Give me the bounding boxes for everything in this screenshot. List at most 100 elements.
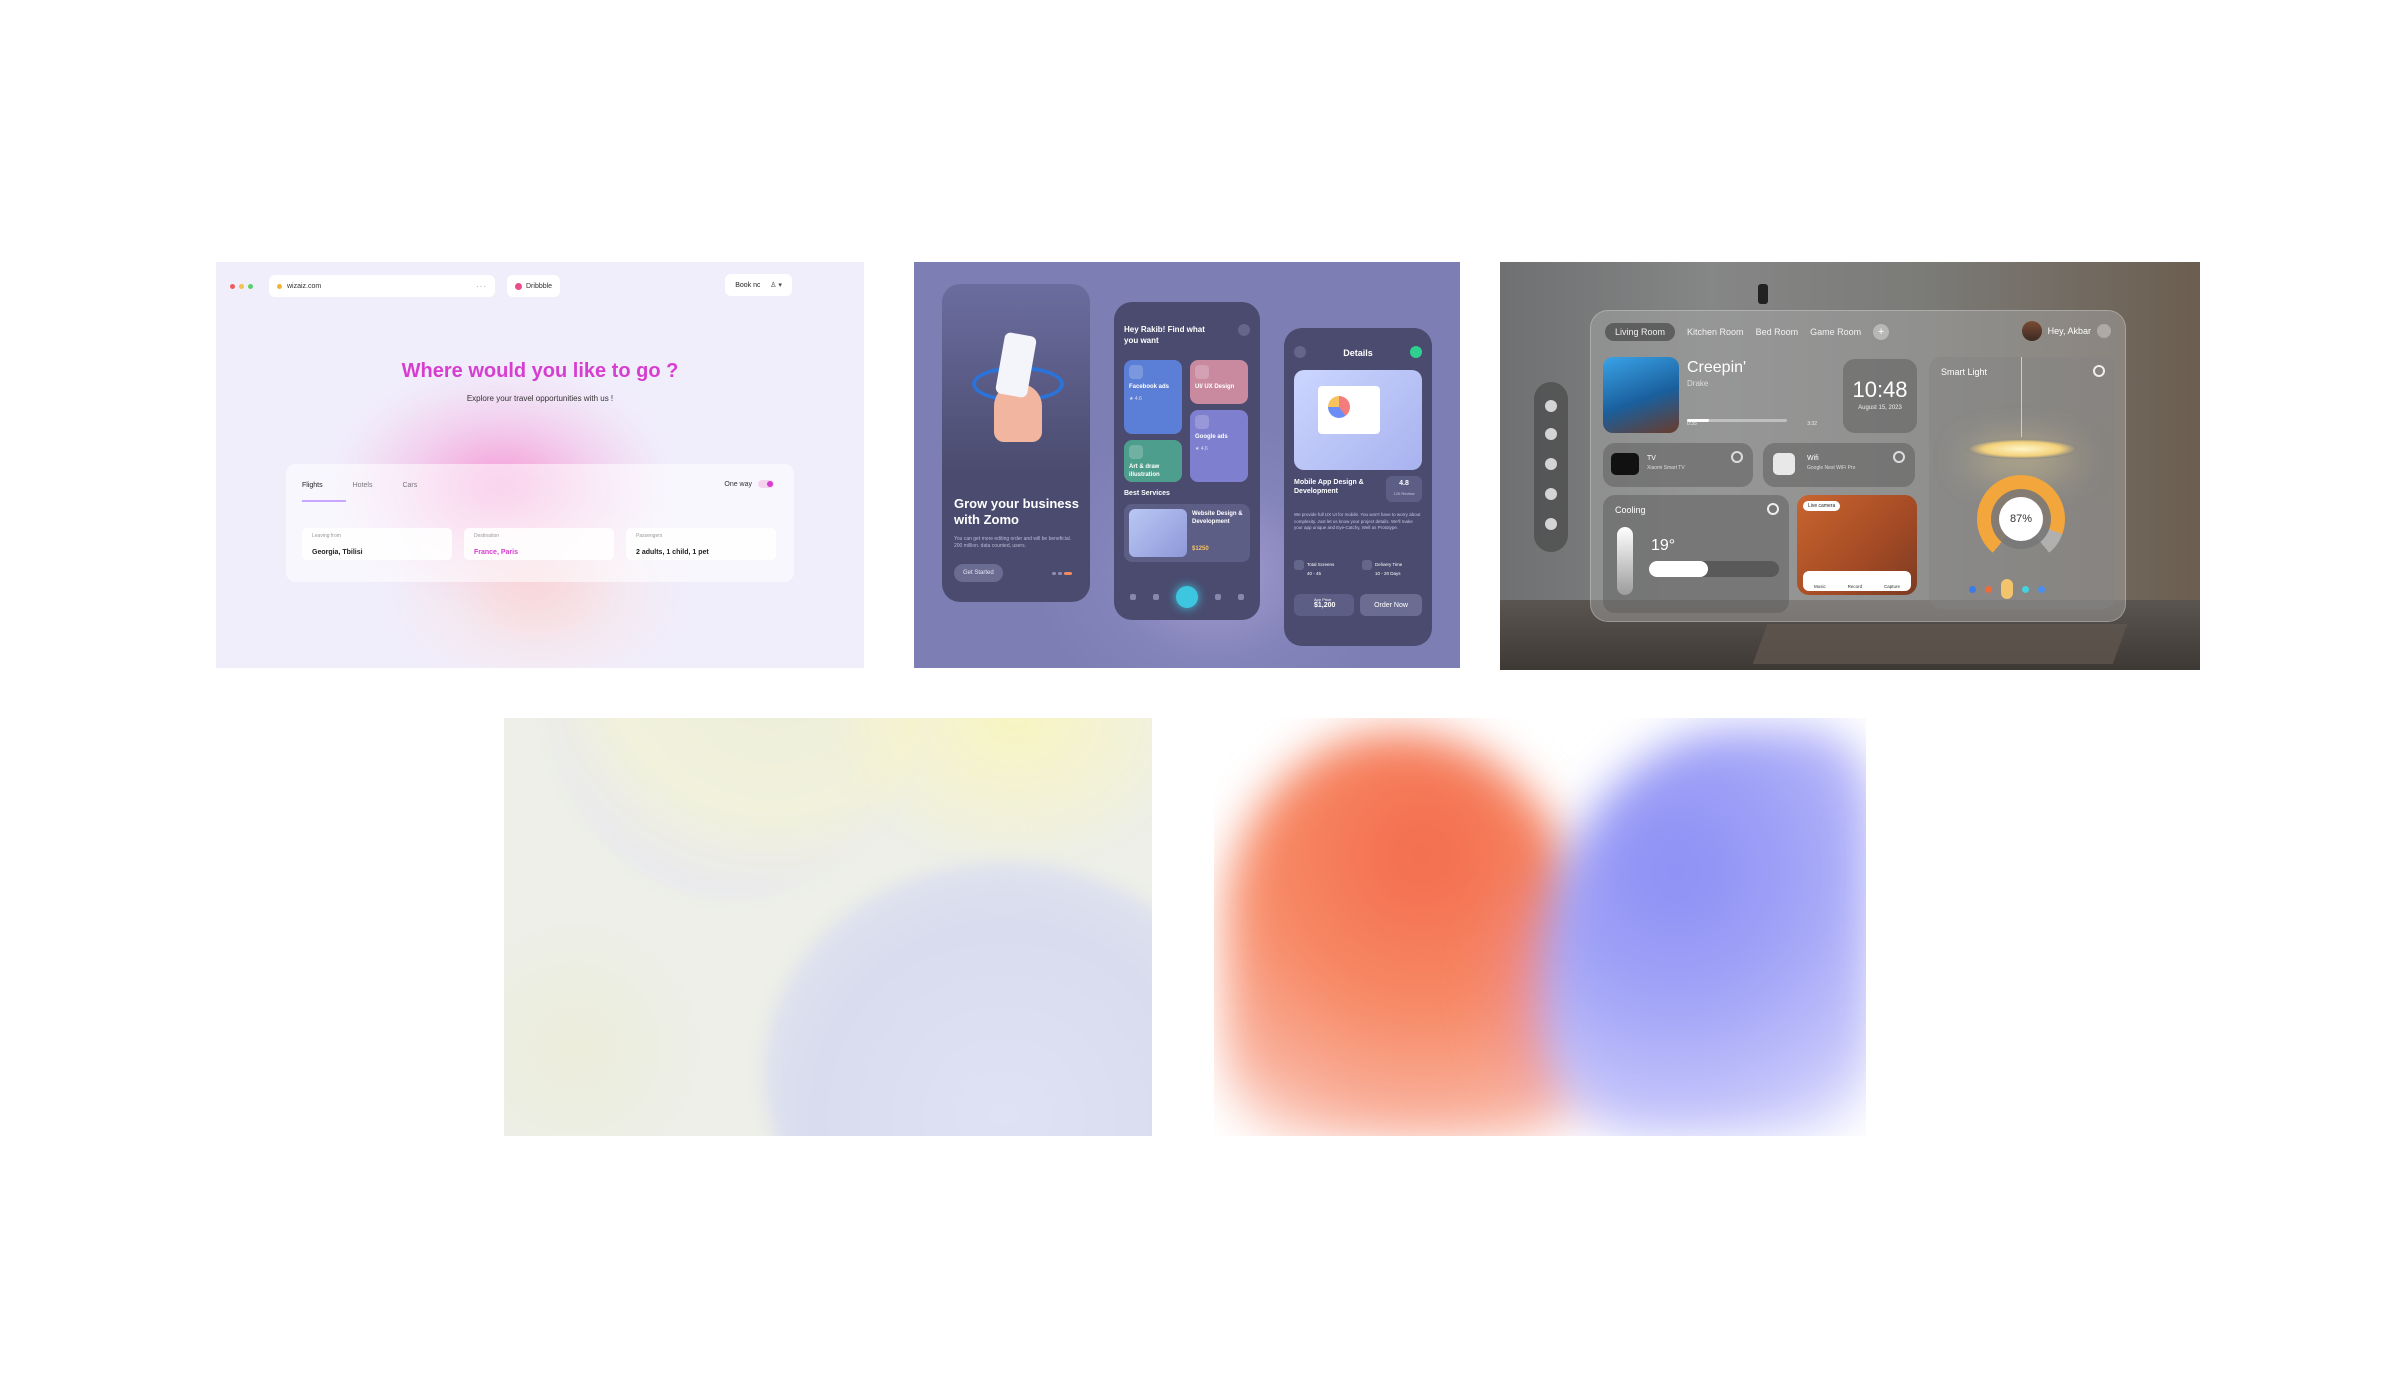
gradient-circle-left (504, 918, 704, 1136)
favorite-icon[interactable] (1410, 346, 1422, 358)
maximize-dot[interactable] (248, 283, 253, 289)
one-way-toggle[interactable] (758, 480, 774, 488)
user-menu-icon[interactable]: ♙ ▾ (760, 274, 792, 296)
tab-hotels[interactable]: Hotels (353, 482, 373, 489)
album-art (1603, 357, 1679, 433)
address-bar[interactable]: wizaiz.com ··· (269, 275, 495, 297)
meta-value: 10 - 20 Days (1375, 571, 1401, 576)
user-greeting[interactable]: Hey, Akbar (2021, 321, 2111, 341)
pendant-lamp (1967, 439, 2077, 459)
service-name: UI/ UX Design (1195, 384, 1235, 390)
music-button[interactable]: Music (1814, 584, 1826, 589)
passengers-field[interactable]: Passengers 2 adults, 1 child, 1 pet (626, 528, 776, 560)
color-swatch[interactable] (2001, 579, 2013, 599)
tab-kitchen-room[interactable]: Kitchen Room (1687, 327, 1744, 337)
profile-icon[interactable] (1545, 518, 1557, 530)
tv-device[interactable]: TV Xiaomi Smart TV (1603, 443, 1753, 487)
minimize-dot[interactable] (239, 283, 244, 289)
power-icon[interactable] (2093, 365, 2105, 377)
cooling-label: Cooling (1615, 505, 1646, 515)
rating-badge: 4.8 120 Review (1386, 476, 1422, 502)
song-title: Creepin' (1687, 359, 1747, 376)
meta-value: 40 - 45 (1307, 571, 1322, 576)
power-icon[interactable] (1767, 503, 1779, 515)
order-now-button[interactable]: Order Now (1360, 594, 1422, 616)
search-icon[interactable] (1238, 324, 1250, 336)
pastel-gradient-image (504, 718, 1152, 1136)
tab-living-room[interactable]: Living Room (1605, 323, 1676, 341)
camera-widget[interactable]: Live camera Music Record Capture (1797, 495, 1917, 595)
tab-game-room[interactable]: Game Room (1810, 327, 1861, 337)
service-card[interactable]: Facebook ads ★ 4.6 (1124, 360, 1182, 434)
clock-widget: 10:48 August 15, 2023 (1843, 359, 1917, 433)
live-camera-badge: Live camera (1803, 501, 1841, 511)
page-subline: Explore your travel opportunities with u… (466, 394, 614, 403)
service-card[interactable]: Google ads ★ 4.6 (1190, 410, 1248, 482)
wifi-device[interactable]: Wifi Google Nest WiFi Pro (1763, 443, 1915, 487)
device-model: Xiaomi Smart TV (1647, 465, 1685, 471)
settings-icon[interactable] (1545, 488, 1557, 500)
home-icon[interactable] (1545, 400, 1557, 412)
add-room-button[interactable]: + (1873, 324, 1890, 340)
tab-bed-room[interactable]: Bed Room (1756, 327, 1799, 337)
dribbble-tab[interactable]: Dribbble (507, 275, 561, 297)
get-started-button[interactable]: Get Started (954, 564, 1003, 582)
device-model: Google Nest WiFi Pro (1807, 465, 1856, 471)
clock-date: August 15, 2023 (1858, 405, 1902, 411)
track-times: 0:35 3:32 (1687, 421, 1817, 427)
dribbble-icon (515, 282, 522, 290)
fan-image (1617, 527, 1633, 595)
nav-grid-icon[interactable] (1153, 594, 1160, 600)
color-swatch[interactable] (2038, 585, 2045, 593)
tab-cars[interactable]: Cars (402, 482, 417, 489)
field-label: Leaving from (312, 533, 341, 539)
nav-center-icon[interactable] (1175, 586, 1198, 608)
booking-tabs: Flights Hotels Cars (302, 482, 417, 489)
power-icon[interactable] (1731, 451, 1743, 463)
capture-button[interactable]: Capture (1884, 584, 1900, 589)
meta-label: Total Screens (1307, 562, 1335, 568)
nav-chat-icon[interactable] (1214, 594, 1221, 600)
screens-icon (1294, 560, 1304, 570)
avatar (2021, 321, 2042, 341)
compass-icon[interactable] (1545, 458, 1557, 470)
clock-icon (1362, 560, 1372, 570)
app-price: App Price $1,200 (1294, 594, 1354, 616)
elapsed-time: 0:35 (1687, 421, 1697, 427)
smart-light-label: Smart Light (1941, 367, 1988, 377)
nav-home-icon[interactable] (1130, 594, 1137, 600)
music-player: Creepin' Drake 0:35 3:32 (1603, 357, 1833, 433)
greeting-text: Hey, Akbar (2047, 326, 2091, 336)
leaving-from-field[interactable]: Leaving from Georgia, Tbilisi (302, 528, 452, 560)
home-screen: Hey Rakib! Find what you want Facebook a… (1114, 302, 1260, 620)
device-name: TV (1647, 455, 1656, 462)
tab-flights[interactable]: Flights (302, 482, 323, 489)
cooling-slider[interactable] (1649, 561, 1779, 577)
field-label: Passengers (636, 533, 663, 539)
best-services-title: Best Services (1124, 490, 1170, 497)
rating-count: 120 Review (1393, 491, 1415, 496)
color-swatch[interactable] (1969, 585, 1976, 593)
service-name: Art & draw illustration (1129, 464, 1160, 478)
best-service-card[interactable]: Website Design & Development $1250 (1124, 504, 1250, 562)
more-icon[interactable]: ··· (476, 282, 487, 291)
window-controls (230, 283, 253, 289)
service-card[interactable]: Art & draw illustration (1124, 440, 1182, 482)
best-service-price: $1250 (1192, 546, 1209, 552)
meta-label: Delivery Time (1375, 562, 1403, 568)
color-swatch[interactable] (1985, 585, 1992, 593)
record-button[interactable]: Record (1848, 584, 1863, 589)
service-card[interactable]: UI/ UX Design (1190, 360, 1248, 404)
color-swatch[interactable] (2022, 585, 2029, 593)
one-way-option[interactable]: One way (724, 480, 774, 488)
bottom-nav (1122, 584, 1252, 610)
grid-icon[interactable] (1545, 428, 1557, 440)
lamp-wire (2021, 357, 2022, 437)
camera-controls: Music Record Capture (1803, 571, 1911, 591)
nav-profile-icon[interactable] (1237, 594, 1244, 600)
device-name: Wifi (1807, 455, 1819, 462)
chevron-down-icon[interactable] (2097, 324, 2111, 338)
power-icon[interactable] (1893, 451, 1905, 463)
destination-field[interactable]: Destination France, Paris (464, 528, 614, 560)
close-dot[interactable] (230, 283, 235, 289)
